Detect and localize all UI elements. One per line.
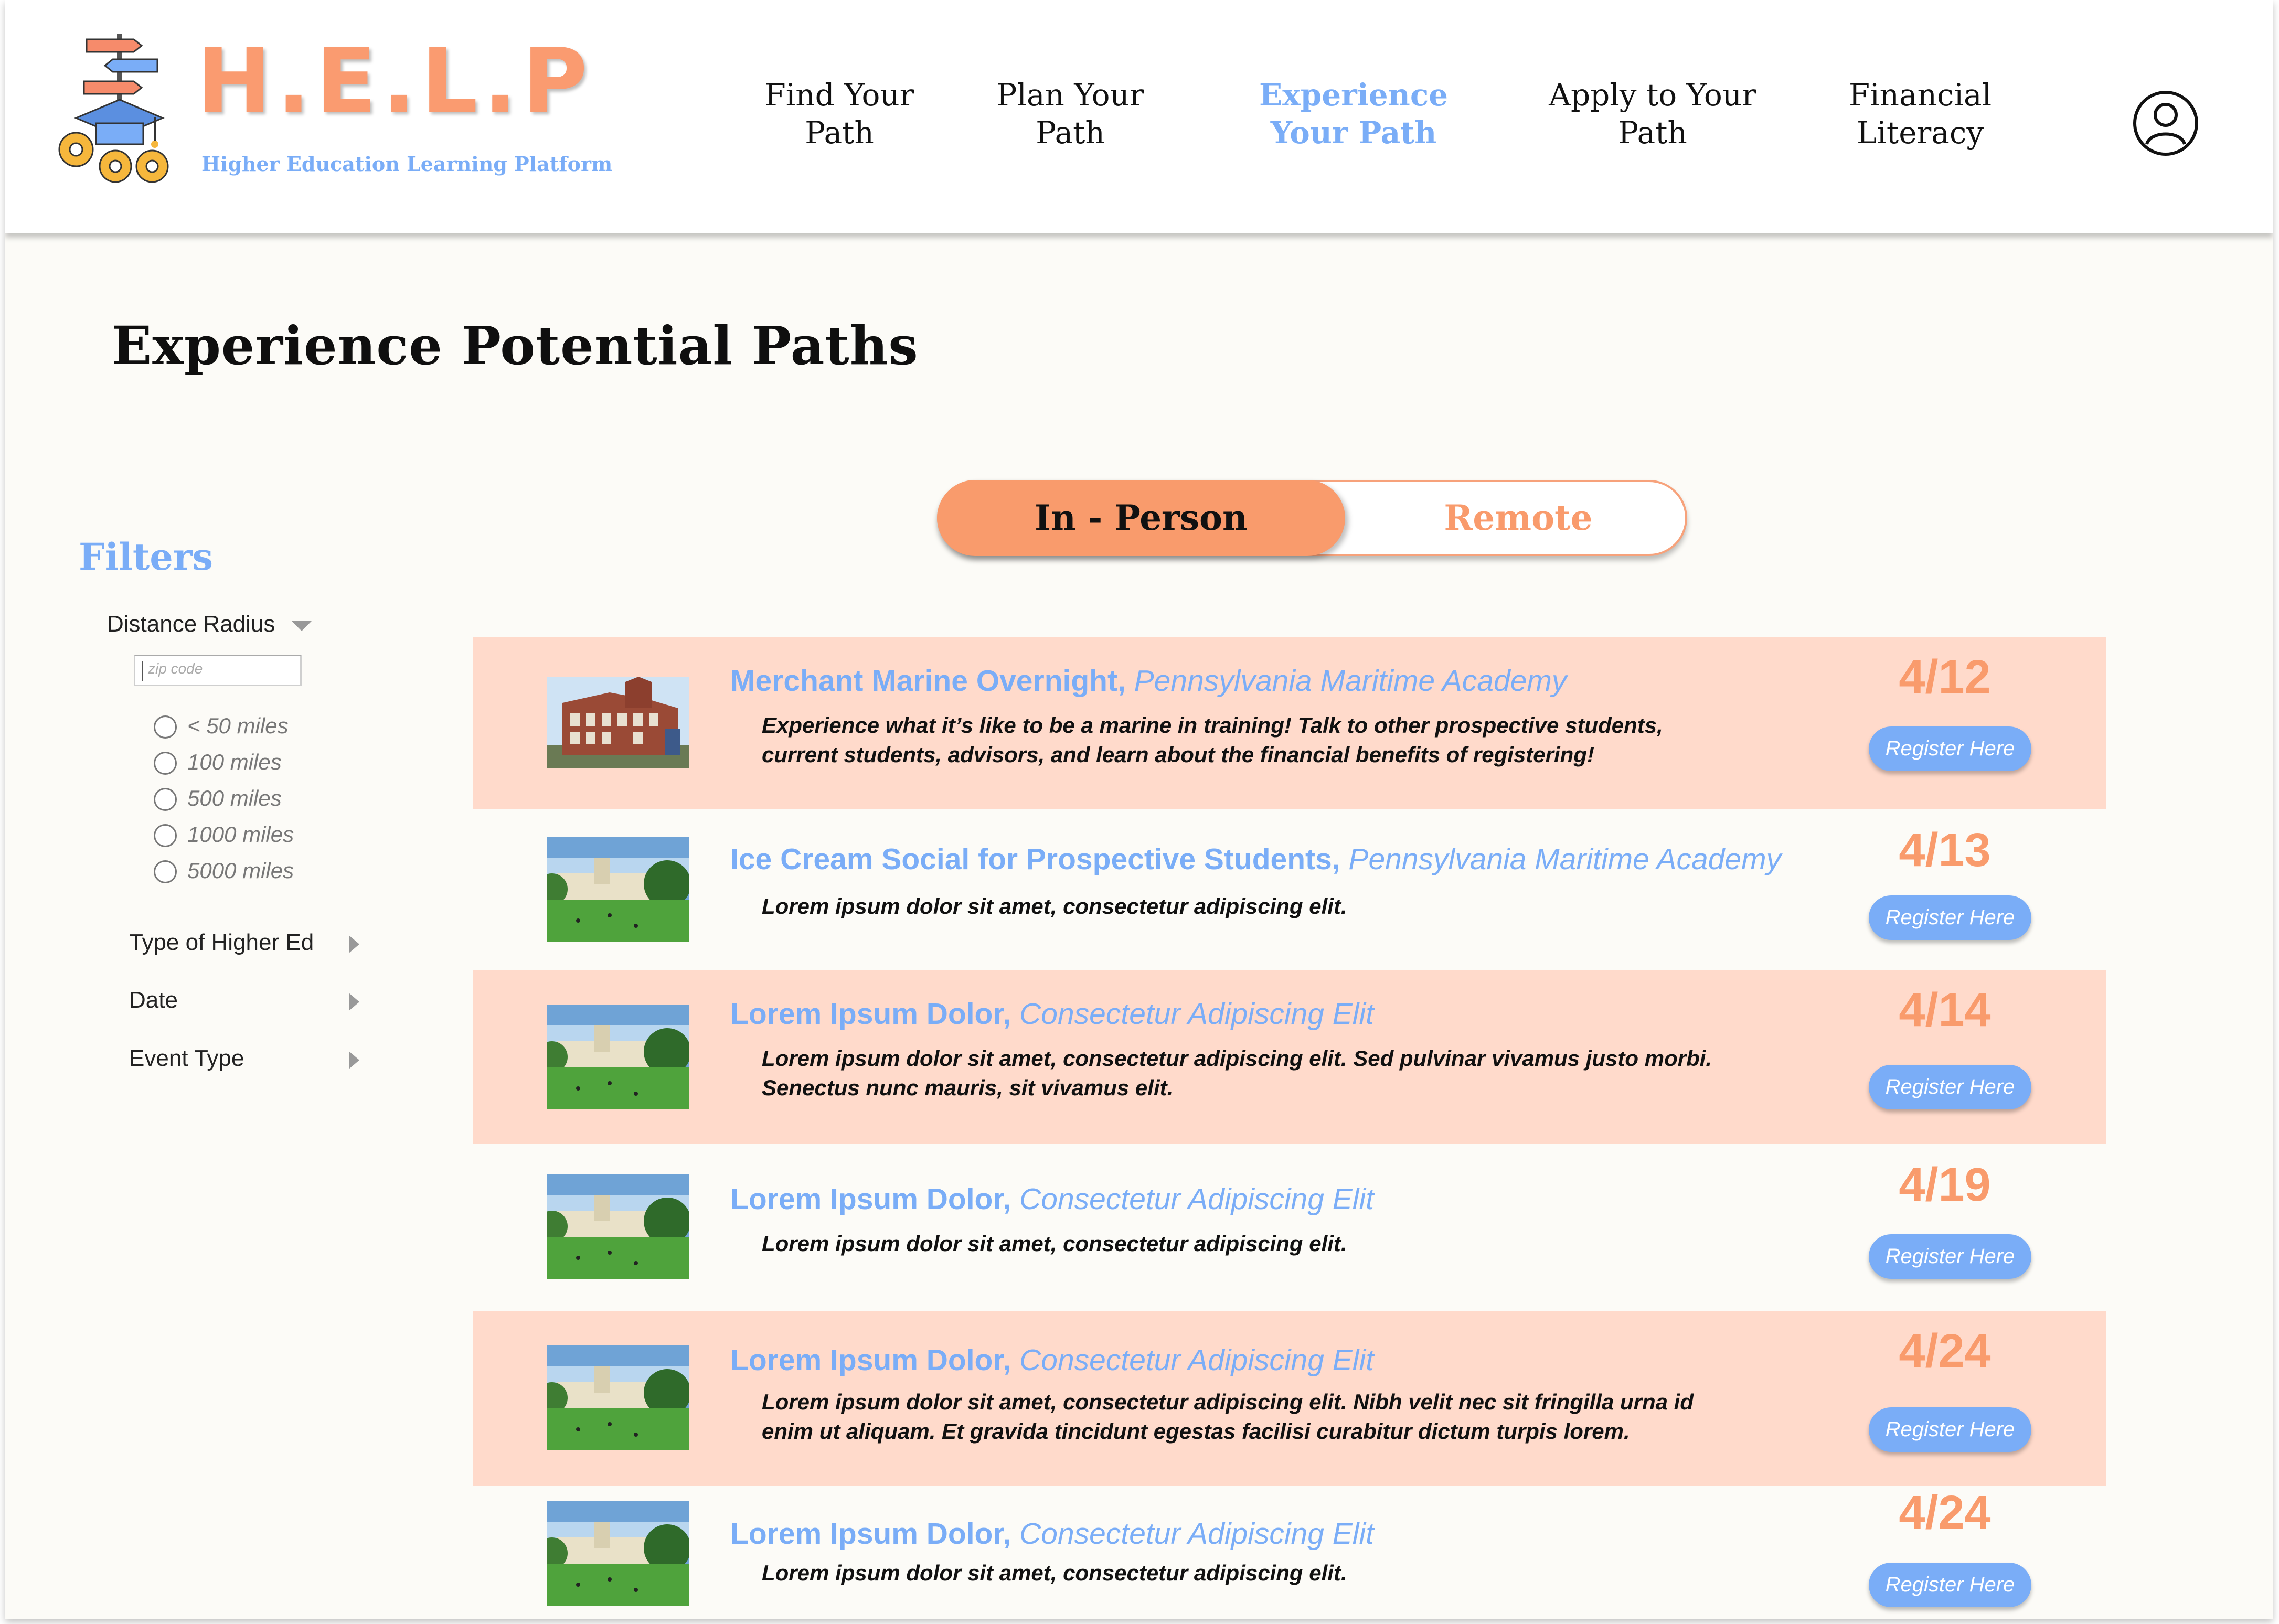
event-host: Consectetur Adipiscing Elit xyxy=(1019,1182,1374,1216)
event-date: 4/24 xyxy=(1899,1325,1991,1377)
page-frame: H.E.L.P Higher Education Learning Platfo… xyxy=(5,0,2273,1619)
site-header: H.E.L.P Higher Education Learning Platfo… xyxy=(5,0,2273,233)
radius-option-label: < 50 miles xyxy=(187,713,289,738)
event-name[interactable]: Ice Cream Social for Prospective Student… xyxy=(730,842,1340,876)
register-button[interactable]: Register Here xyxy=(1869,895,2031,940)
event-title[interactable]: Merchant Marine Overnight, Pennsylvania … xyxy=(730,664,1567,698)
filter-event-type[interactable]: Event Type xyxy=(129,1045,244,1072)
event-row: Lorem Ipsum Dolor, Consectetur Adipiscin… xyxy=(473,1145,2106,1310)
radio-button[interactable] xyxy=(154,715,177,739)
radius-option-label: 1000 miles xyxy=(187,822,294,847)
event-row: Ice Cream Social for Prospective Student… xyxy=(473,810,2106,969)
event-name[interactable]: Merchant Marine Overnight, xyxy=(730,664,1126,698)
nav-label-line1: Experience xyxy=(1259,77,1449,113)
radio-button[interactable] xyxy=(154,860,177,883)
nav-apply-to-your-path[interactable]: Apply to Your Path xyxy=(1537,76,1768,152)
nav-find-your-path[interactable]: Find Your Path xyxy=(761,76,918,152)
event-name[interactable]: Lorem Ipsum Dolor, xyxy=(730,1343,1011,1377)
brick-building-photo xyxy=(547,677,689,768)
event-host: Pennsylvania Maritime Academy xyxy=(1134,664,1567,698)
nav-label-line2: Literacy xyxy=(1856,115,1984,151)
user-account-icon[interactable] xyxy=(2133,91,2198,156)
campus-lawn-photo xyxy=(547,1501,689,1606)
signpost-graduation-cap-gears-icon[interactable] xyxy=(55,29,191,186)
toggle-in-person[interactable]: In - Person xyxy=(937,480,1345,556)
nav-label-line2: Path xyxy=(1036,115,1105,151)
event-name[interactable]: Lorem Ipsum Dolor, xyxy=(730,1517,1011,1551)
event-description: Lorem ipsum dolor sit amet, consectetur … xyxy=(762,1561,1347,1585)
logo-subtitle: Higher Education Learning Platform xyxy=(201,152,613,176)
logo-wordmark[interactable]: H.E.L.P xyxy=(197,37,593,126)
chevron-right-icon[interactable] xyxy=(349,1051,359,1069)
event-row: Lorem Ipsum Dolor, Consectetur Adipiscin… xyxy=(473,1311,2106,1486)
event-name[interactable]: Lorem Ipsum Dolor, xyxy=(730,1182,1011,1216)
event-row: Lorem Ipsum Dolor, Consectetur Adipiscin… xyxy=(473,1487,2106,1619)
event-thumbnail xyxy=(547,1005,689,1109)
radius-option-label: 500 miles xyxy=(187,786,282,810)
event-description: Lorem ipsum dolor sit amet, consectetur … xyxy=(762,1390,1694,1444)
radius-option-label: 5000 miles xyxy=(187,858,294,883)
register-button[interactable]: Register Here xyxy=(1869,1065,2031,1109)
distance-radius-dropdown[interactable]: Distance Radius xyxy=(107,611,275,637)
nav-label-line1: Plan Your xyxy=(996,77,1144,113)
chevron-right-icon[interactable] xyxy=(349,993,359,1011)
register-button[interactable]: Register Here xyxy=(1869,1234,2031,1279)
event-description: Lorem ipsum dolor sit amet, consectetur … xyxy=(762,1231,1347,1256)
event-thumbnail xyxy=(547,1174,689,1279)
event-thumbnail xyxy=(547,1345,689,1450)
event-description: Lorem ipsum dolor sit amet, consectetur … xyxy=(762,1046,1712,1100)
event-thumbnail xyxy=(547,677,689,768)
event-name[interactable]: Lorem Ipsum Dolor, xyxy=(730,997,1011,1031)
event-title[interactable]: Lorem Ipsum Dolor, Consectetur Adipiscin… xyxy=(730,997,1374,1031)
event-title[interactable]: Ice Cream Social for Prospective Student… xyxy=(730,842,1781,877)
toggle-remote[interactable]: Remote xyxy=(1345,480,1691,556)
event-date: 4/14 xyxy=(1899,984,1991,1037)
event-thumbnail xyxy=(547,837,689,942)
event-thumbnail xyxy=(547,1501,689,1606)
campus-lawn-photo xyxy=(547,837,689,942)
nav-label-line2: Your Path xyxy=(1270,115,1437,151)
filters-heading: Filters xyxy=(79,535,214,579)
nav-experience-your-path[interactable]: Experience Your Path xyxy=(1249,76,1458,152)
event-title[interactable]: Lorem Ipsum Dolor, Consectetur Adipiscin… xyxy=(730,1343,1374,1377)
event-host: Consectetur Adipiscing Elit xyxy=(1019,1343,1374,1377)
event-description: Lorem ipsum dolor sit amet, consectetur … xyxy=(762,894,1347,918)
chevron-down-icon[interactable] xyxy=(291,621,312,631)
radio-button[interactable] xyxy=(154,824,177,847)
filter-type-of-higher-ed[interactable]: Type of Higher Ed xyxy=(129,929,314,956)
event-date: 4/19 xyxy=(1899,1159,1991,1211)
zip-code-input[interactable]: zip code xyxy=(134,655,302,686)
radio-button[interactable] xyxy=(154,752,177,775)
radius-option-label: 100 miles xyxy=(187,750,282,774)
register-button[interactable]: Register Here xyxy=(1869,1563,2031,1607)
nav-label-line2: Path xyxy=(1618,115,1687,151)
nav-label-line1: Financial xyxy=(1848,77,1992,113)
page-title: Experience Potential Paths xyxy=(112,315,919,377)
chevron-right-icon[interactable] xyxy=(349,935,359,953)
register-button[interactable]: Register Here xyxy=(1869,1407,2031,1452)
nav-label-line1: Find Your xyxy=(764,77,914,113)
register-button[interactable]: Register Here xyxy=(1869,726,2031,771)
event-row: Merchant Marine Overnight, Pennsylvania … xyxy=(473,637,2106,809)
event-host: Consectetur Adipiscing Elit xyxy=(1019,1517,1374,1551)
filter-date[interactable]: Date xyxy=(129,987,178,1013)
event-row: Lorem Ipsum Dolor, Consectetur Adipiscin… xyxy=(473,970,2106,1144)
campus-lawn-photo xyxy=(547,1174,689,1279)
nav-plan-your-path[interactable]: Plan Your Path xyxy=(992,76,1149,152)
event-date: 4/24 xyxy=(1899,1487,1991,1539)
event-description: Experience what it’s like to be a marine… xyxy=(762,713,1663,767)
event-title[interactable]: Lorem Ipsum Dolor, Consectetur Adipiscin… xyxy=(730,1182,1374,1216)
event-host: Pennsylvania Maritime Academy xyxy=(1348,842,1782,876)
nav-label-line1: Apply to Your xyxy=(1549,77,1756,113)
nav-label-line2: Path xyxy=(805,115,874,151)
event-title[interactable]: Lorem Ipsum Dolor, Consectetur Adipiscin… xyxy=(730,1516,1374,1551)
event-date: 4/13 xyxy=(1899,824,1991,877)
nav-financial-literacy[interactable]: Financial Literacy xyxy=(1831,76,2009,152)
campus-lawn-photo xyxy=(547,1005,689,1109)
attendance-mode-toggle[interactable]: In - Person Remote xyxy=(937,480,1687,556)
event-host: Consectetur Adipiscing Elit xyxy=(1019,997,1374,1031)
radio-button[interactable] xyxy=(154,788,177,811)
event-date: 4/12 xyxy=(1899,651,1991,703)
campus-lawn-photo xyxy=(547,1345,689,1450)
